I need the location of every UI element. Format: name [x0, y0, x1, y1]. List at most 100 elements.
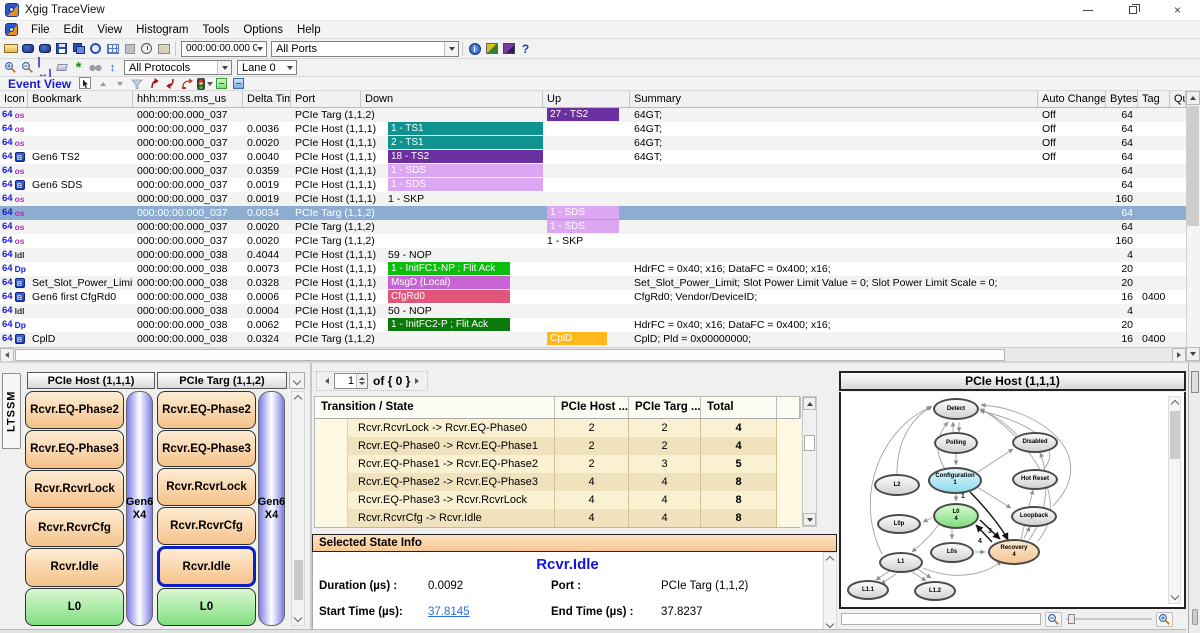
ltssm-targ-header[interactable]: PCIe Targ (1,1,2) [157, 372, 287, 389]
table-row[interactable]: 64BGen6 first CfgRd0000:00:00.000_0380.0… [0, 290, 1186, 304]
diagram-vertical-scrollbar[interactable] [1168, 396, 1181, 604]
zoom-slider[interactable] [1066, 613, 1152, 625]
transition-scroll-down[interactable] [803, 513, 816, 526]
export-capture-icon[interactable] [37, 41, 53, 56]
select-cursor-icon[interactable] [78, 77, 94, 90]
jump-next-icon[interactable] [163, 77, 179, 90]
table-row[interactable]: 64Idl000:00:00.000_0380.0004PCIe Host (1… [0, 304, 1186, 318]
marker-star-icon[interactable]: * [71, 60, 87, 75]
column-header-bookmark[interactable]: Bookmark [28, 91, 133, 107]
down-packet-bar[interactable]: 1 - SDS [388, 178, 543, 191]
state-node-l1-1[interactable]: L1.1 [847, 580, 889, 600]
state-node-l0p[interactable]: L0p [877, 514, 921, 534]
transition-column-3[interactable]: Total [701, 397, 777, 418]
transition-scroll-up[interactable] [803, 397, 816, 410]
transition-row[interactable]: Rcvr.RcvrLock -> Rcvr.EQ-Phase0224 [315, 419, 799, 437]
help-icon[interactable]: ? [518, 41, 534, 56]
state-node-detect[interactable]: Detect [933, 398, 979, 420]
table-row[interactable]: 64os000:00:00.000_0370.0019PCIe Host (1,… [0, 192, 1186, 206]
table-row[interactable]: 64os000:00:00.000_0370.0020PCIe Targ (1,… [0, 234, 1186, 248]
column-header-port[interactable]: Port [291, 91, 361, 107]
traffic-light-icon[interactable] [197, 77, 213, 90]
expand-blue-icon[interactable] [231, 77, 247, 90]
column-header-auto-change[interactable]: Auto Change [1038, 91, 1106, 107]
info-circle-icon[interactable]: i [467, 41, 483, 56]
down-packet-bar[interactable]: 18 - TS2 [388, 150, 543, 163]
down-packet-bar[interactable]: 1 - TS1 [388, 122, 543, 135]
menu-item-tools[interactable]: Tools [195, 23, 236, 37]
ltssm-host-header[interactable]: PCIe Host (1,1,1) [27, 372, 155, 389]
down-packet-bar[interactable]: 1 - SDS [388, 164, 543, 177]
transition-column-1[interactable]: PCIe Host ... [555, 397, 629, 418]
ltssm-state-rcvr-rcvrlock[interactable]: Rcvr.RcvrLock [157, 468, 256, 506]
transition-table-scrollbar[interactable] [802, 396, 817, 527]
ltssm-state-rcvr-idle[interactable]: Rcvr.Idle [157, 546, 256, 588]
table-scroll-right-button[interactable] [1172, 348, 1186, 362]
table-row[interactable]: 64os000:00:00.000_0370.0034PCIe Targ (1,… [0, 206, 1186, 220]
ltssm-state-rcvr-rcvrcfg[interactable]: Rcvr.RcvrCfg [25, 509, 124, 547]
transition-row[interactable]: Rcvr.EQ-Phase3 -> Rcvr.RcvrLock448 [315, 491, 799, 509]
up-packet-bar[interactable]: 1 - SDS [547, 206, 619, 219]
map-purple-icon[interactable] [501, 41, 517, 56]
ltssm-state-rcvr-rcvrcfg[interactable]: Rcvr.RcvrCfg [157, 507, 256, 545]
ltssm-state-l0[interactable]: L0 [25, 588, 124, 626]
scroll-down-icon[interactable] [112, 77, 128, 90]
state-node-disabled[interactable]: Disabled [1012, 432, 1058, 453]
table-scroll-down-button[interactable] [1186, 347, 1200, 361]
table-scroll-left-button[interactable] [0, 348, 14, 362]
up-packet-bar[interactable]: 1 - SDS [547, 220, 619, 233]
pager-next-button[interactable] [415, 378, 419, 384]
jump-previous-icon[interactable] [146, 77, 162, 90]
menu-item-options[interactable]: Options [236, 23, 290, 37]
state-node-configuration[interactable]: Configuration1 [928, 467, 982, 494]
ltssm-tab[interactable]: LTSSM [2, 373, 21, 449]
column-header-qu[interactable]: Qu [1170, 91, 1186, 107]
menu-item-histogram[interactable]: Histogram [129, 23, 195, 37]
menu-item-file[interactable]: File [24, 23, 57, 37]
transition-row[interactable]: Rcvr.EQ-Phase0 -> Rcvr.EQ-Phase1224 [315, 437, 799, 455]
ltssm-header-dropdown[interactable] [289, 372, 305, 389]
clock-icon[interactable] [139, 41, 155, 56]
state-node-l1-2[interactable]: L1.2 [914, 581, 956, 601]
ltssm-state-rcvr-eq-phase2[interactable]: Rcvr.EQ-Phase2 [157, 391, 256, 429]
selected-state-scrollbar[interactable] [823, 552, 837, 632]
snapshot-icon[interactable] [156, 41, 172, 56]
close-button[interactable]: × [1155, 0, 1200, 21]
capture-settings-icon[interactable] [88, 41, 104, 56]
state-node-l0s[interactable]: L0s [930, 542, 974, 563]
stop-icon[interactable] [122, 41, 138, 56]
tag-icon[interactable] [54, 60, 70, 75]
ltssm-state-rcvr-eq-phase3[interactable]: Rcvr.EQ-Phase3 [157, 430, 256, 468]
ltssm-scrollbar[interactable] [291, 391, 305, 626]
table-row[interactable]: 64BSet_Slot_Power_Limit000:00:00.000_038… [0, 276, 1186, 290]
lane-dropdown[interactable]: Lane 0 [237, 60, 297, 75]
column-header-bytes[interactable]: Bytes [1106, 91, 1138, 107]
export-trace-icon[interactable] [20, 41, 36, 56]
state-node-loopback[interactable]: Loopback [1011, 506, 1057, 527]
transition-row[interactable]: Rcvr.EQ-Phase2 -> Rcvr.EQ-Phase3448 [315, 473, 799, 491]
down-packet-bar[interactable]: CfgRd0 [388, 290, 510, 303]
zoom-out-icon[interactable] [20, 60, 36, 75]
down-packet-bar[interactable]: 1 - InitFC1-NP ; Flit Ack [388, 262, 510, 275]
go-to-event-icon[interactable] [180, 77, 196, 90]
ltssm-state-rcvr-eq-phase2[interactable]: Rcvr.EQ-Phase2 [25, 391, 124, 429]
minimize-button[interactable] [1065, 0, 1110, 21]
table-row[interactable]: 64os000:00:00.000_0370.0359PCIe Host (1,… [0, 164, 1186, 178]
grid-view-icon[interactable] [105, 41, 121, 56]
collapsed-panel-grip[interactable] [1192, 609, 1198, 625]
protocols-dropdown[interactable]: All Protocols [124, 60, 232, 75]
time-navigation-field[interactable]: 000:00:00.000 037 [181, 41, 267, 57]
down-packet-bar[interactable]: 2 - TS1 [388, 136, 543, 149]
restore-button[interactable] [1110, 0, 1155, 21]
menu-item-edit[interactable]: Edit [57, 23, 91, 37]
ports-dropdown[interactable]: All Ports [271, 41, 459, 57]
table-hscrollbar-thumb[interactable] [15, 349, 1005, 361]
down-packet-bar[interactable]: MsgD (Local) [388, 276, 510, 289]
zoom-in-icon[interactable] [1156, 612, 1173, 627]
column-header-summary[interactable]: Summary [630, 91, 1038, 107]
collapsed-panel-tab[interactable] [1191, 371, 1199, 393]
page-spinner[interactable]: 1 [334, 373, 368, 389]
column-header-tag[interactable]: Tag [1138, 91, 1170, 107]
transition-row[interactable]: Rcvr.EQ-Phase1 -> Rcvr.EQ-Phase2235 [315, 455, 799, 473]
transition-row[interactable]: Rcvr.RcvrCfg -> Rcvr.Idle448 [315, 509, 799, 527]
